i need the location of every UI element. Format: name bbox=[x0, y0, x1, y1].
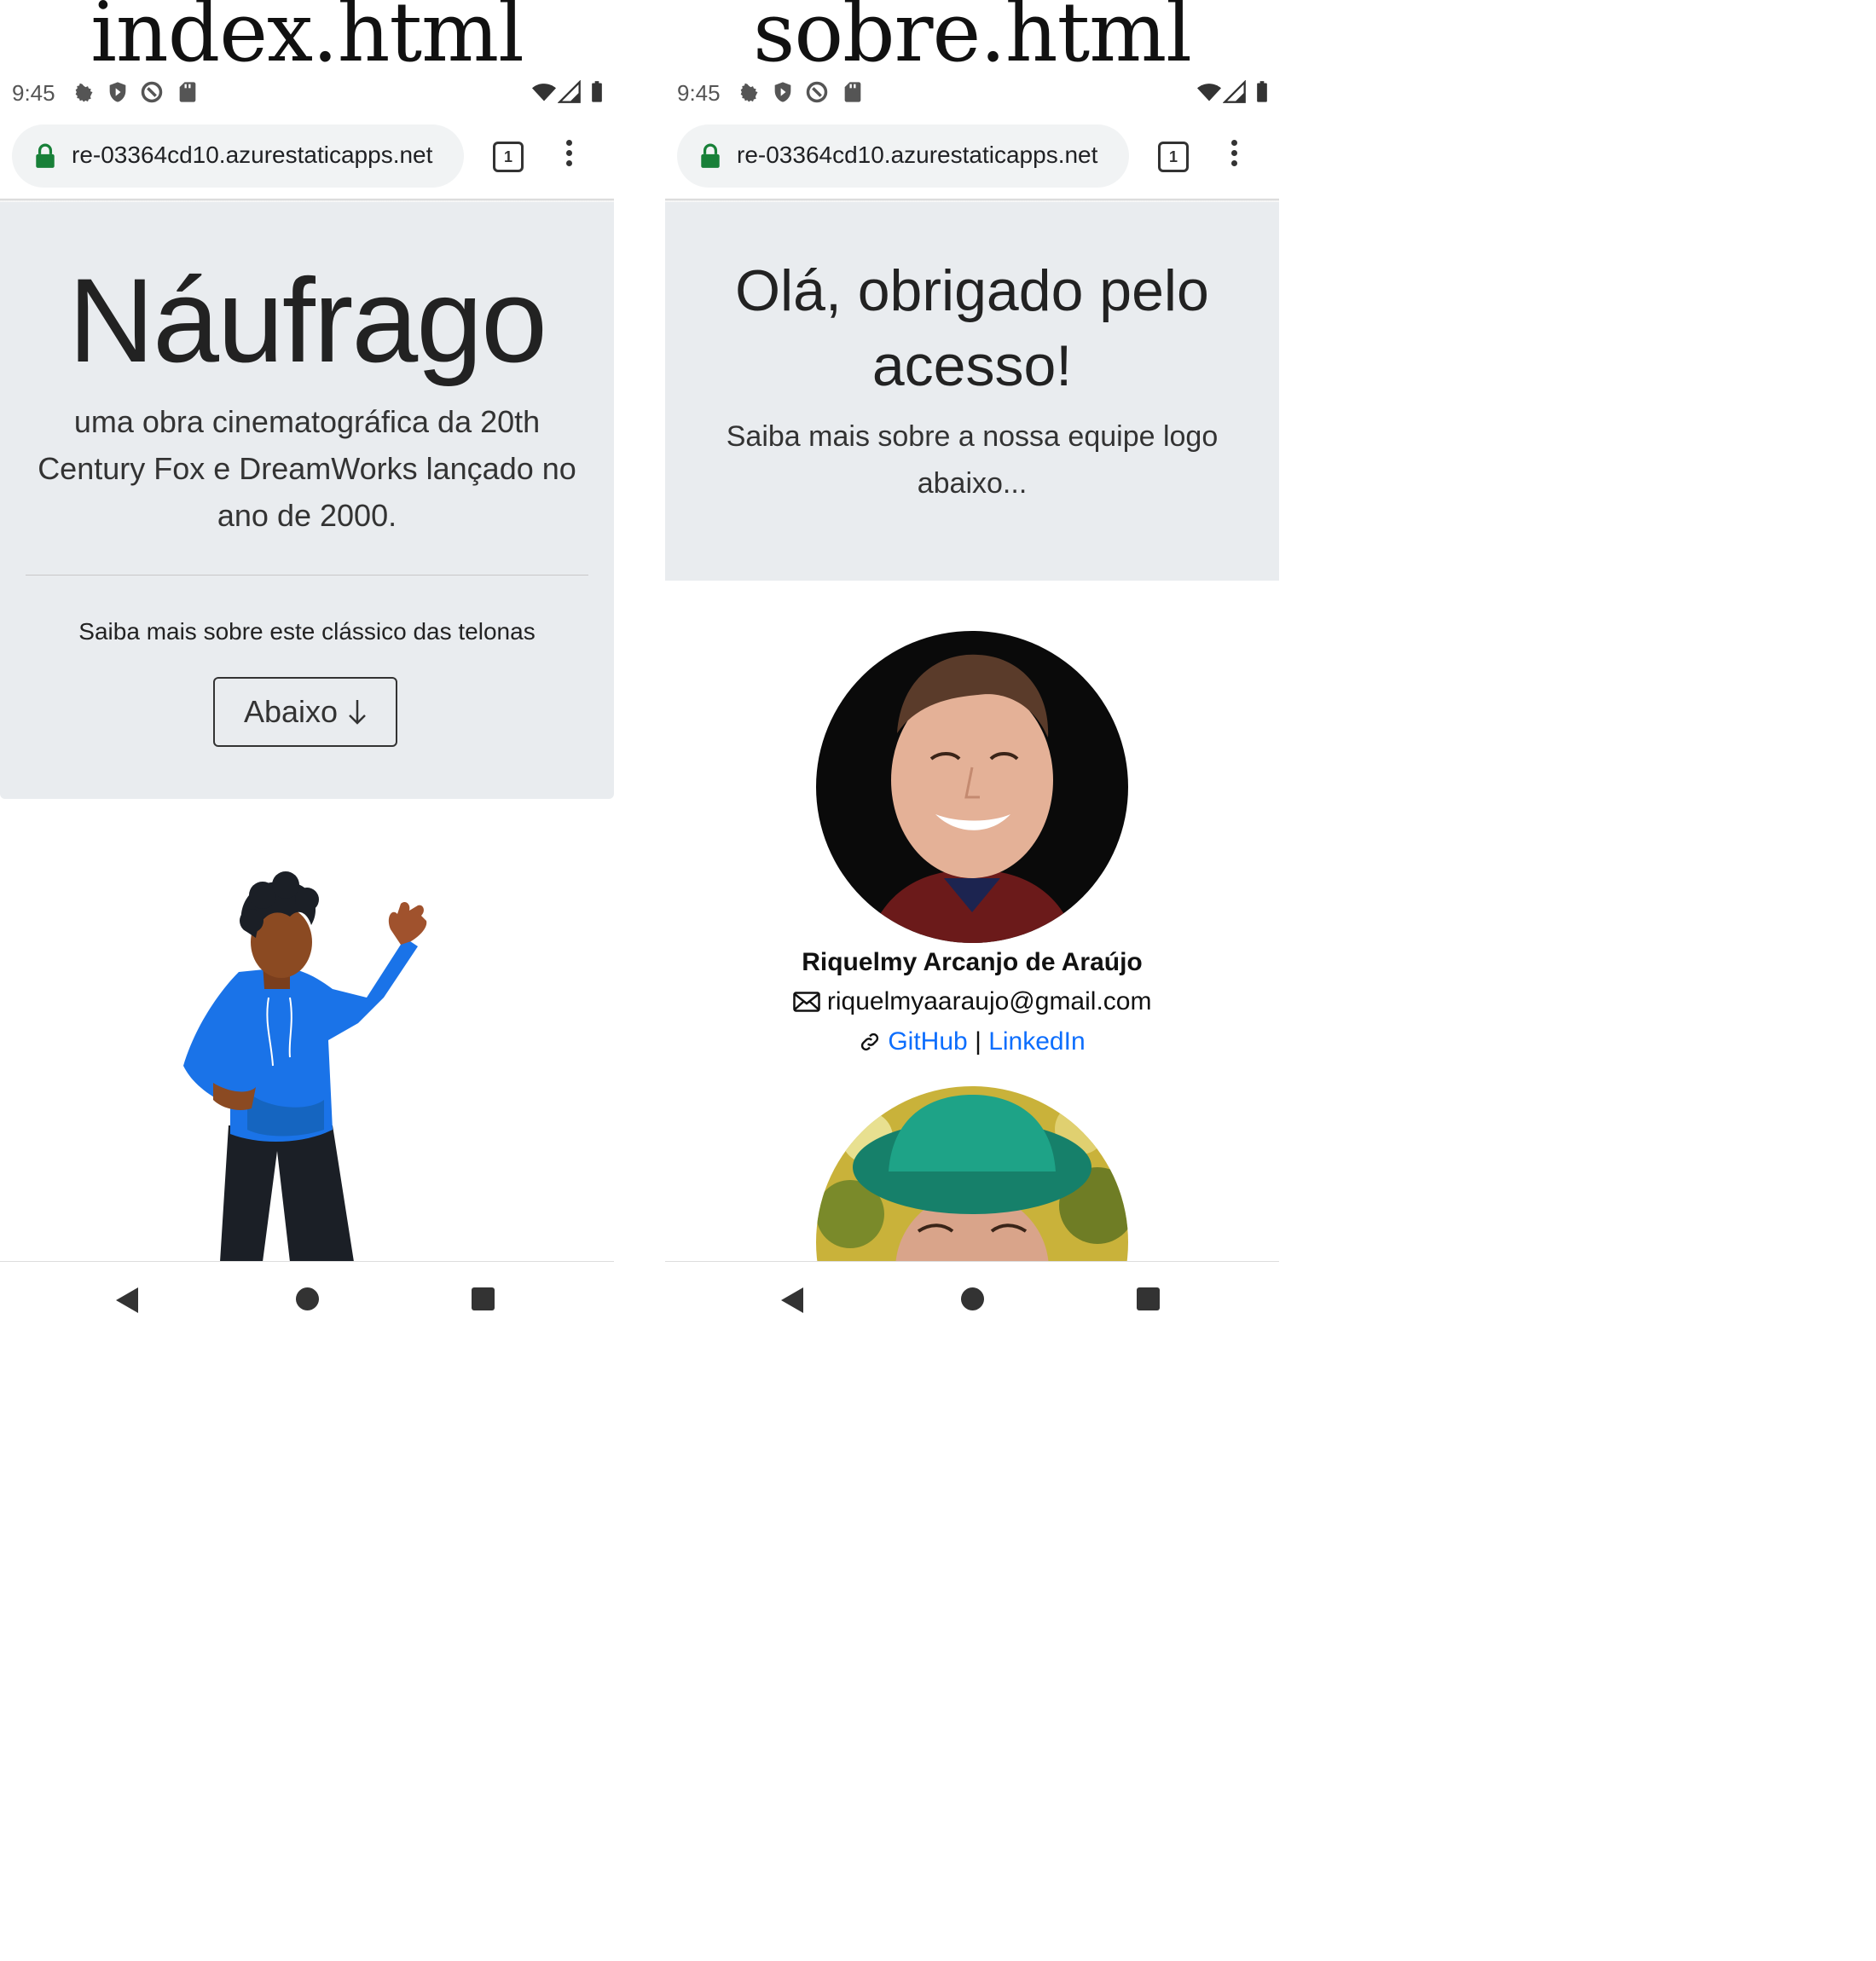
settings-icon bbox=[740, 83, 758, 102]
recents-icon[interactable] bbox=[472, 1287, 495, 1310]
person-email: riquelmyaaraujo@gmail.com bbox=[826, 987, 1152, 1015]
back-icon[interactable] bbox=[781, 1287, 805, 1313]
signal-icon bbox=[1223, 80, 1246, 103]
android-nav-bar bbox=[665, 1261, 1279, 1333]
android-nav-bar bbox=[0, 1261, 614, 1333]
page-title: Olá, obrigado pelo acesso! bbox=[735, 258, 1209, 398]
browser-menu-button[interactable] bbox=[1231, 140, 1240, 171]
data-saver-icon bbox=[141, 81, 163, 103]
links-separator: | bbox=[975, 1027, 981, 1056]
linkedin-link[interactable]: LinkedIn bbox=[988, 1027, 1085, 1056]
battery-icon bbox=[592, 81, 602, 102]
status-time: 9:45 bbox=[677, 80, 721, 106]
abaixo-button-label: Abaixo bbox=[243, 694, 339, 729]
person-waving-illustration bbox=[183, 871, 427, 1262]
settings-icon bbox=[75, 83, 93, 102]
address-bar[interactable]: re-03364cd10.azurestaticapps.net bbox=[677, 124, 1129, 188]
data-saver-icon bbox=[806, 81, 828, 103]
wifi-icon bbox=[1197, 84, 1221, 101]
signal-icon bbox=[558, 80, 581, 103]
home-icon[interactable] bbox=[296, 1287, 319, 1310]
person-email-row: riquelmyaaraujo@gmail.com bbox=[665, 987, 1279, 1016]
back-icon[interactable] bbox=[116, 1287, 140, 1313]
person-links-row: GitHub | LinkedIn bbox=[665, 1027, 1279, 1056]
status-bar: 9:45 bbox=[0, 75, 614, 113]
tab-switcher-button[interactable]: 1 bbox=[493, 142, 524, 172]
address-bar[interactable]: re-03364cd10.azurestaticapps.net bbox=[12, 124, 464, 188]
url-text: re-03364cd10.azurestaticapps.net bbox=[737, 142, 1098, 168]
recents-icon[interactable] bbox=[1137, 1287, 1160, 1310]
shield-play-icon bbox=[109, 82, 126, 102]
divider bbox=[26, 575, 588, 576]
phone-sobre: 9:45 re-03364cd10.azurestaticapps.net 1 … bbox=[665, 0, 1279, 1333]
lock-icon bbox=[36, 143, 55, 168]
arrow-down-icon bbox=[349, 700, 366, 725]
sd-card-icon bbox=[179, 82, 196, 102]
more-info-text: Saiba mais sobre este clássico das telon… bbox=[78, 618, 536, 645]
status-time: 9:45 bbox=[12, 80, 55, 106]
shield-play-icon bbox=[774, 82, 791, 102]
wifi-icon bbox=[532, 84, 556, 101]
lead-text: Saiba mais sobre a nossa equipe logo aba… bbox=[726, 420, 1219, 500]
battery-icon bbox=[1257, 81, 1267, 102]
abaixo-button[interactable]: Abaixo bbox=[213, 677, 397, 747]
status-bar: 9:45 bbox=[665, 75, 1279, 113]
url-text: re-03364cd10.azurestaticapps.net bbox=[72, 142, 433, 168]
home-icon[interactable] bbox=[961, 1287, 984, 1310]
profile-photo bbox=[816, 631, 1128, 943]
tab-switcher-button[interactable]: 1 bbox=[1158, 142, 1189, 172]
envelope-icon bbox=[792, 992, 820, 1012]
profile-photo bbox=[816, 1086, 1128, 1262]
page-title: Náufrago bbox=[68, 253, 547, 387]
jumbotron: Olá, obrigado pelo acesso! Saiba mais so… bbox=[665, 202, 1279, 581]
lead-text: uma obra cinematográfica da 20th Century… bbox=[38, 404, 576, 533]
github-link[interactable]: GitHub bbox=[888, 1027, 967, 1056]
browser-menu-button[interactable] bbox=[566, 140, 575, 171]
phone-index: 9:45 re-03364cd10.azurestaticapps.net 1 … bbox=[0, 0, 614, 1333]
person-name: Riquelmy Arcanjo de Araújo bbox=[802, 948, 1143, 976]
link-icon bbox=[861, 1033, 879, 1051]
lock-icon bbox=[701, 143, 720, 168]
jumbotron: Náufrago uma obra cinematográfica da 20t… bbox=[0, 202, 614, 799]
sd-card-icon bbox=[844, 82, 861, 102]
